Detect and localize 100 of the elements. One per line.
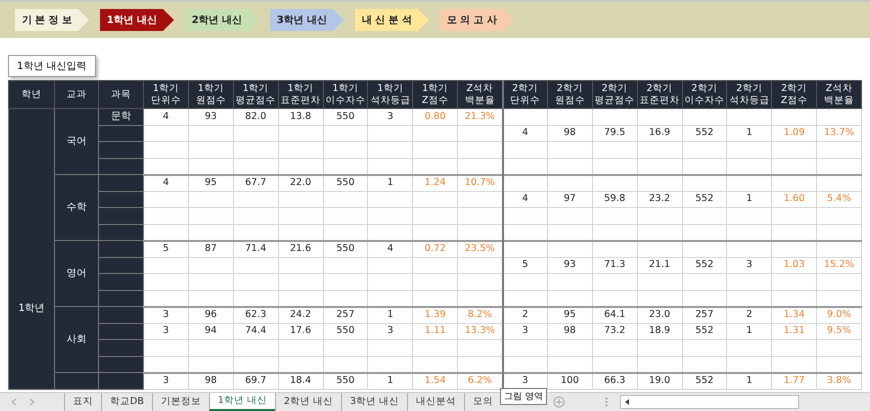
table-cell: 1.09 bbox=[784, 127, 805, 138]
column-header: 2학기 석차등급 bbox=[726, 80, 772, 108]
table-cell: 98 bbox=[564, 127, 576, 138]
table-cell: 9.5% bbox=[826, 325, 852, 336]
table-cell: 1.54 bbox=[424, 375, 446, 386]
course-label: 문학 bbox=[111, 110, 131, 122]
table-cell: 23.0 bbox=[648, 309, 670, 320]
table-cell: 10.7% bbox=[464, 177, 495, 188]
table-cell: 1.60 bbox=[784, 193, 805, 204]
table-cell: 95 bbox=[564, 309, 576, 320]
table-cell: 62.3 bbox=[245, 309, 266, 320]
sheet-tab[interactable]: 학교DB bbox=[101, 393, 152, 411]
scroll-right-icon[interactable] bbox=[28, 398, 36, 406]
subject-area-label: 사회 bbox=[66, 334, 86, 344]
table-cell: 66.3 bbox=[604, 375, 626, 386]
table-cell: 71.4 bbox=[245, 243, 266, 254]
table-cell: 1.24 bbox=[424, 177, 446, 188]
column-header: 1학기 표준편차 bbox=[278, 80, 323, 108]
table-cell: 4 bbox=[522, 127, 528, 138]
table-cell: 3 bbox=[522, 325, 528, 336]
scroll-left-icon[interactable] bbox=[623, 397, 632, 407]
horizontal-scrollbar[interactable] bbox=[620, 395, 800, 409]
table-cell: 1 bbox=[387, 375, 394, 386]
table-cell: 4 bbox=[162, 177, 169, 188]
table-cell: 4 bbox=[162, 110, 169, 122]
nav-button[interactable]: 1학년 내신 bbox=[100, 9, 174, 31]
table-cell: 79.5 bbox=[604, 127, 626, 138]
table-cell: 8.2% bbox=[468, 309, 492, 320]
table-cell: 0.72 bbox=[424, 243, 446, 254]
column-header: 교과 bbox=[54, 80, 98, 108]
sheet-tab[interactable]: 2학년 내신 bbox=[274, 393, 341, 411]
table-cell: 21.6 bbox=[290, 243, 312, 254]
table-cell: 3 bbox=[387, 325, 394, 336]
sheet-tab[interactable]: 표지 bbox=[64, 393, 101, 411]
table-cell: 3 bbox=[162, 375, 169, 386]
sheet-tab[interactable]: 1학년 내신 bbox=[208, 393, 275, 411]
nav-button[interactable]: 2학년 내신 bbox=[185, 9, 259, 31]
table-cell: 21.3% bbox=[464, 110, 495, 122]
table-cell: 1 bbox=[746, 127, 752, 138]
table-cell: 74.4 bbox=[245, 325, 266, 336]
table-cell: 22.0 bbox=[290, 177, 312, 188]
table-cell: 1 bbox=[387, 177, 394, 188]
table-cell: 3 bbox=[522, 375, 528, 386]
nav-button[interactable]: 내 신 분 석 bbox=[355, 9, 429, 31]
table-cell: 69.7 bbox=[245, 375, 266, 386]
column-header: 2학기 평균점수 bbox=[592, 80, 638, 108]
table-cell: 6.2% bbox=[468, 375, 492, 386]
grade-label: 1학년 bbox=[18, 302, 45, 314]
column-header: Z석차 백분율 bbox=[458, 80, 502, 108]
column-header: 1학기 원점수 bbox=[188, 80, 234, 108]
table-cell: 3 bbox=[387, 110, 394, 122]
table-cell: 1 bbox=[387, 309, 394, 320]
column-header: 2학기 이수자수 bbox=[682, 80, 727, 108]
table-cell: 3 bbox=[162, 325, 169, 336]
column-header: 1학기 평균점수 bbox=[233, 80, 278, 108]
table-cell: 552 bbox=[695, 375, 714, 386]
table-cell: 1.39 bbox=[424, 309, 446, 320]
column-header: 2학기 단위수 bbox=[502, 80, 548, 108]
column-header: 과목 bbox=[98, 80, 144, 108]
table-cell: 82.0 bbox=[245, 110, 266, 122]
column-header: 1학기 Z점수 bbox=[412, 80, 458, 108]
table-cell: 552 bbox=[695, 325, 714, 336]
table-cell: 552 bbox=[695, 259, 714, 270]
table-cell: 19.0 bbox=[648, 375, 670, 386]
subject-area-label: 국어 bbox=[66, 136, 86, 146]
table-cell: 257 bbox=[336, 309, 354, 320]
table-cell: 18.4 bbox=[290, 375, 312, 386]
table-cell: 3 bbox=[746, 259, 752, 270]
splitter-icon[interactable] bbox=[605, 397, 608, 407]
nav-button[interactable]: 모 의 고 사 bbox=[440, 9, 514, 31]
table-cell: 64.1 bbox=[604, 309, 626, 320]
table-cell: 21.1 bbox=[648, 259, 670, 270]
table-cell: 5 bbox=[522, 259, 528, 270]
table-cell: 257 bbox=[695, 309, 714, 320]
table-cell: 1 bbox=[746, 193, 752, 204]
add-sheet-icon[interactable] bbox=[553, 396, 566, 408]
table-cell: 24.2 bbox=[290, 309, 312, 320]
table-cell: 59.8 bbox=[604, 193, 626, 204]
nav-button[interactable]: 3학년 내신 bbox=[270, 9, 344, 31]
table-cell: 1 bbox=[746, 375, 752, 386]
subject-area-label: 영어 bbox=[66, 268, 86, 278]
table-cell: 16.9 bbox=[648, 127, 670, 138]
table-cell: 4 bbox=[387, 243, 394, 254]
column-header: 2학기 원점수 bbox=[547, 80, 592, 108]
nav-button[interactable]: 기 본 정 보 bbox=[15, 9, 89, 31]
sheet-tab[interactable]: 내신분석 bbox=[407, 393, 464, 411]
table-cell: 96 bbox=[204, 309, 217, 320]
column-header: Z석차 백분율 bbox=[816, 80, 862, 108]
table-cell: 73.2 bbox=[604, 325, 626, 336]
table-cell: 3.8% bbox=[826, 375, 852, 386]
column-header: 1학기 단위수 bbox=[144, 80, 188, 108]
table-cell: 550 bbox=[336, 110, 354, 122]
table-cell: 15.2% bbox=[824, 259, 854, 270]
table-cell: 71.3 bbox=[604, 259, 626, 270]
table-cell: 550 bbox=[336, 177, 354, 188]
sheet-tab[interactable]: 3학년 내신 bbox=[341, 393, 408, 411]
table-cell: 1 bbox=[746, 325, 752, 336]
table-cell: 550 bbox=[336, 243, 354, 254]
table-cell: 23.2 bbox=[648, 193, 670, 204]
table-cell: 13.3% bbox=[464, 325, 495, 336]
